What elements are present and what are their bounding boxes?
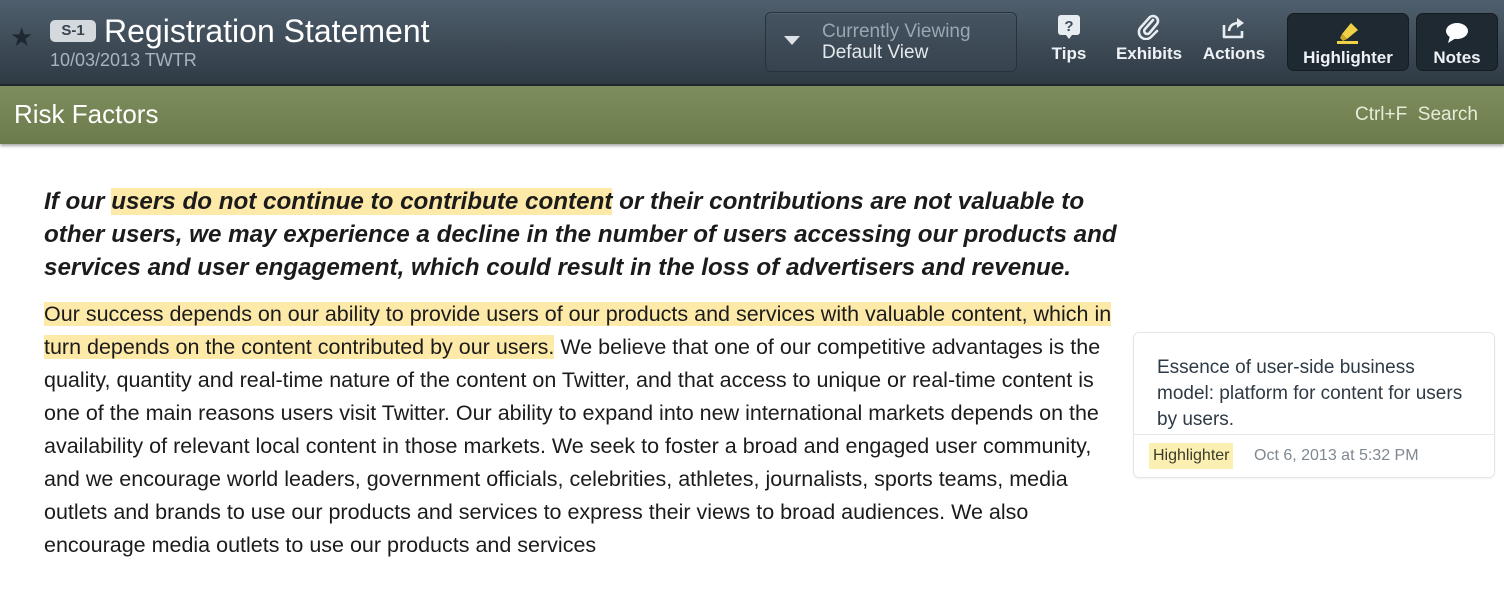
paperclip-icon [1137,14,1160,40]
view-selector-value: Default View [822,42,929,63]
search-shortcut[interactable]: Ctrl+F Search [1355,104,1478,126]
heading-highlight[interactable]: users do not continue to contribute cont… [111,188,613,215]
tips-button[interactable]: ? Tips [1040,14,1098,70]
note-card[interactable]: Essence of user-side business model: pla… [1133,332,1495,478]
question-icon: ? [1058,15,1080,39]
document-date-ticker: 10/03/2013 TWTR [50,50,197,70]
document-body: If our users do not continue to contribu… [44,185,1124,562]
note-divider [1134,434,1494,435]
actions-button[interactable]: Actions [1198,14,1270,70]
highlighter-label: Highlighter [1303,48,1393,67]
exhibits-label: Exhibits [1115,44,1183,63]
section-bar: Risk Factors Ctrl+F Search [0,86,1504,144]
risk-factor-heading: If our users do not continue to contribu… [44,185,1124,284]
paragraph-text: We believe that one of our competitive a… [44,335,1101,557]
document-type-badge: S-1 [50,20,96,42]
tips-label: Tips [1051,44,1087,63]
view-selector-dropdown[interactable]: Currently Viewing Default View [765,12,1017,72]
note-text: Essence of user-side business model: pla… [1157,357,1463,430]
section-title: Risk Factors [14,99,159,129]
top-header-bar: ★ S-1 Registration Statement 10/03/2013 … [0,0,1504,86]
note-tag-badge[interactable]: Highlighter [1149,443,1234,469]
notes-label: Notes [1433,48,1481,67]
heading-text-start: If our [44,188,112,215]
star-icon[interactable]: ★ [10,24,33,50]
highlighter-button[interactable]: Highlighter [1287,13,1409,71]
exhibits-button[interactable]: Exhibits [1112,14,1186,70]
svg-text:?: ? [1064,18,1073,35]
notes-button[interactable]: Notes [1416,13,1498,71]
share-icon [1222,18,1244,39]
highlighter-icon [1337,23,1358,44]
chevron-down-icon [784,36,800,45]
actions-label: Actions [1202,44,1266,63]
note-timestamp: Oct 6, 2013 at 5:32 PM [1254,447,1419,464]
speech-bubble-icon [1446,23,1468,43]
view-selector-label: Currently Viewing [822,21,971,42]
risk-factor-paragraph: Our success depends on our ability to pr… [44,298,1124,562]
document-title: Registration Statement [104,13,430,49]
